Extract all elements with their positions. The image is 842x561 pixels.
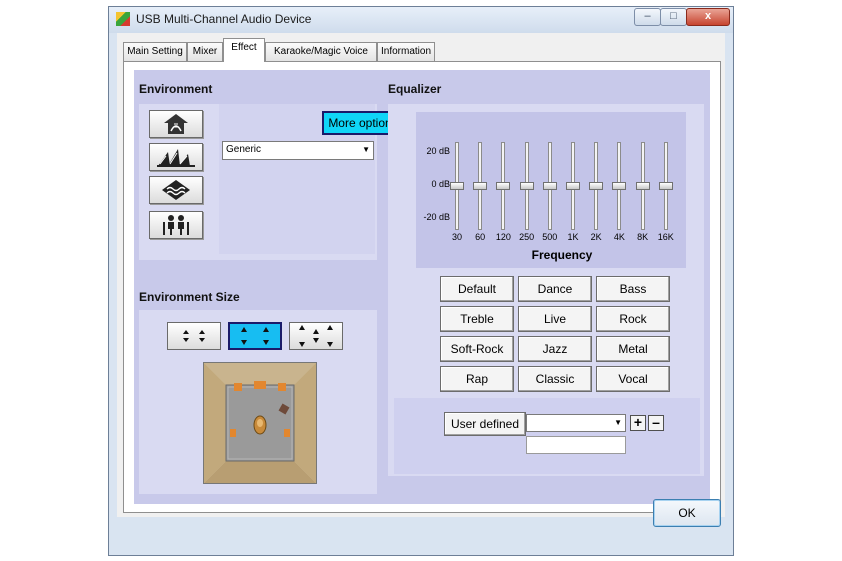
environment-water-button[interactable] bbox=[149, 176, 203, 204]
speakers-medium-icon bbox=[241, 327, 269, 345]
equalizer-title: Equalizer bbox=[388, 82, 442, 96]
client-area: Main Setting Mixer Effect Karaoke/Magic … bbox=[117, 33, 725, 517]
freq-label-2K: 2K bbox=[590, 232, 602, 242]
chevron-down-icon: ▼ bbox=[362, 145, 370, 154]
eq-slider-120[interactable] bbox=[496, 142, 511, 230]
eq-slider-250[interactable] bbox=[519, 142, 534, 230]
freq-label-60: 60 bbox=[475, 232, 486, 242]
freq-label-4K: 4K bbox=[613, 232, 625, 242]
environment-people-button[interactable] bbox=[149, 211, 203, 239]
slider-thumb[interactable] bbox=[589, 182, 604, 190]
app-icon bbox=[116, 12, 130, 26]
eq-slider-8K[interactable] bbox=[635, 142, 650, 230]
slider-thumb[interactable] bbox=[566, 182, 580, 190]
db-label-mid: 0 dB bbox=[431, 179, 450, 189]
tab-karaoke-magic-voice[interactable]: Karaoke/Magic Voice bbox=[265, 42, 377, 61]
user-defined-box: User defined ▼ + – bbox=[394, 398, 700, 474]
slider-thumb[interactable] bbox=[519, 182, 534, 190]
preset-rap-button[interactable]: Rap bbox=[440, 366, 514, 392]
tab-main-setting[interactable]: Main Setting bbox=[123, 42, 187, 61]
freq-label-120: 120 bbox=[495, 232, 511, 242]
eq-slider-16K[interactable] bbox=[658, 142, 673, 230]
ok-button[interactable]: OK bbox=[653, 499, 721, 527]
freq-label-500: 500 bbox=[542, 232, 558, 242]
tab-effect[interactable]: Effect bbox=[223, 38, 265, 62]
house-icon bbox=[164, 114, 188, 134]
preset-jazz-button[interactable]: Jazz bbox=[518, 336, 592, 362]
environment-size-title: Environment Size bbox=[139, 290, 240, 304]
environment-house-button[interactable] bbox=[149, 110, 203, 138]
freq-label-250: 250 bbox=[519, 232, 535, 242]
slider-thumb[interactable] bbox=[473, 182, 488, 190]
effect-content: Environment More options Generic ▼ Envir… bbox=[134, 70, 710, 504]
environment-options-box: More options Generic ▼ bbox=[219, 104, 404, 254]
freq-label-1K: 1K bbox=[567, 232, 579, 242]
equalizer-panel: 20 dB 0 dB -20 dB 30 60 120 250 500 1K 2K 4K 8K 1… bbox=[388, 104, 704, 476]
slider-thumb[interactable] bbox=[450, 182, 464, 190]
user-preset-select[interactable]: ▼ bbox=[526, 414, 626, 432]
eq-slider-60[interactable] bbox=[473, 142, 488, 230]
chevron-down-icon: ▼ bbox=[614, 418, 622, 427]
room-preview bbox=[203, 362, 317, 484]
environment-size-panel bbox=[139, 310, 377, 494]
window-title: USB Multi-Channel Audio Device bbox=[136, 12, 312, 26]
preset-soft-rock-button[interactable]: Soft-Rock bbox=[440, 336, 514, 362]
speakers-large-icon bbox=[299, 325, 333, 347]
eq-sliders bbox=[450, 142, 686, 232]
eq-slider-4K[interactable] bbox=[612, 142, 627, 230]
eq-slider-box: 20 dB 0 dB -20 dB 30 60 120 250 500 1K 2K 4K 8K 1… bbox=[416, 112, 686, 268]
preset-bass-button[interactable]: Bass bbox=[596, 276, 670, 302]
remove-preset-button[interactable]: – bbox=[648, 415, 664, 431]
environment-title: Environment bbox=[139, 82, 213, 96]
preset-rock-button[interactable]: Rock bbox=[596, 306, 670, 332]
slider-thumb[interactable] bbox=[658, 182, 673, 190]
preset-live-button[interactable]: Live bbox=[518, 306, 592, 332]
environment-opera-button[interactable] bbox=[149, 143, 203, 171]
audio-device-window: USB Multi-Channel Audio Device – □ x Mai… bbox=[108, 6, 734, 556]
environment-preset-value: Generic bbox=[226, 144, 262, 155]
size-small-button[interactable] bbox=[167, 322, 221, 350]
room-speakers-illustration bbox=[204, 363, 316, 483]
preset-default-button[interactable]: Default bbox=[440, 276, 514, 302]
slider-thumb[interactable] bbox=[635, 182, 650, 190]
title-bar[interactable]: USB Multi-Channel Audio Device – □ x bbox=[109, 7, 733, 33]
speakers-small-icon bbox=[183, 330, 205, 342]
environment-panel: More options Generic ▼ bbox=[139, 104, 404, 260]
environment-preset-select[interactable]: Generic ▼ bbox=[222, 141, 374, 160]
eq-slider-2K[interactable] bbox=[589, 142, 604, 230]
frequency-axis-label: Frequency bbox=[531, 248, 593, 262]
water-icon bbox=[162, 180, 190, 200]
eq-frequency-labels: 30 60 120 250 500 1K 2K 4K 8K 16K bbox=[450, 232, 686, 244]
size-medium-button[interactable] bbox=[228, 322, 282, 350]
preset-treble-button[interactable]: Treble bbox=[440, 306, 514, 332]
slider-thumb[interactable] bbox=[612, 182, 627, 190]
slider-thumb[interactable] bbox=[542, 182, 557, 190]
eq-preset-grid: Default Dance Bass Treble Live Rock Soft-Rock J… bbox=[440, 276, 672, 396]
user-defined-button[interactable]: User defined bbox=[444, 412, 526, 436]
effect-tab-panel: Environment More options Generic ▼ Envir… bbox=[123, 61, 721, 513]
preset-dance-button[interactable]: Dance bbox=[518, 276, 592, 302]
freq-label-30: 30 bbox=[451, 232, 462, 242]
size-large-button[interactable] bbox=[289, 322, 343, 350]
add-preset-button[interactable]: + bbox=[630, 415, 646, 431]
db-label-bottom: -20 dB bbox=[423, 212, 450, 222]
tab-information[interactable]: Information bbox=[377, 42, 435, 61]
eq-slider-1K[interactable] bbox=[566, 142, 580, 230]
eq-slider-500[interactable] bbox=[542, 142, 557, 230]
slider-thumb[interactable] bbox=[496, 182, 511, 190]
people-icon bbox=[163, 215, 189, 235]
freq-label-16K: 16K bbox=[657, 232, 674, 242]
preset-vocal-button[interactable]: Vocal bbox=[596, 366, 670, 392]
eq-slider-30[interactable] bbox=[450, 142, 464, 230]
preset-classic-button[interactable]: Classic bbox=[518, 366, 592, 392]
maximize-button[interactable]: □ bbox=[660, 8, 687, 26]
close-button[interactable]: x bbox=[686, 8, 730, 26]
tab-mixer[interactable]: Mixer bbox=[187, 42, 223, 61]
freq-label-8K: 8K bbox=[637, 232, 649, 242]
opera-house-icon bbox=[157, 149, 195, 167]
db-label-top: 20 dB bbox=[426, 146, 450, 156]
user-preset-name-field[interactable] bbox=[526, 436, 626, 454]
preset-metal-button[interactable]: Metal bbox=[596, 336, 670, 362]
minimize-button[interactable]: – bbox=[634, 8, 661, 26]
